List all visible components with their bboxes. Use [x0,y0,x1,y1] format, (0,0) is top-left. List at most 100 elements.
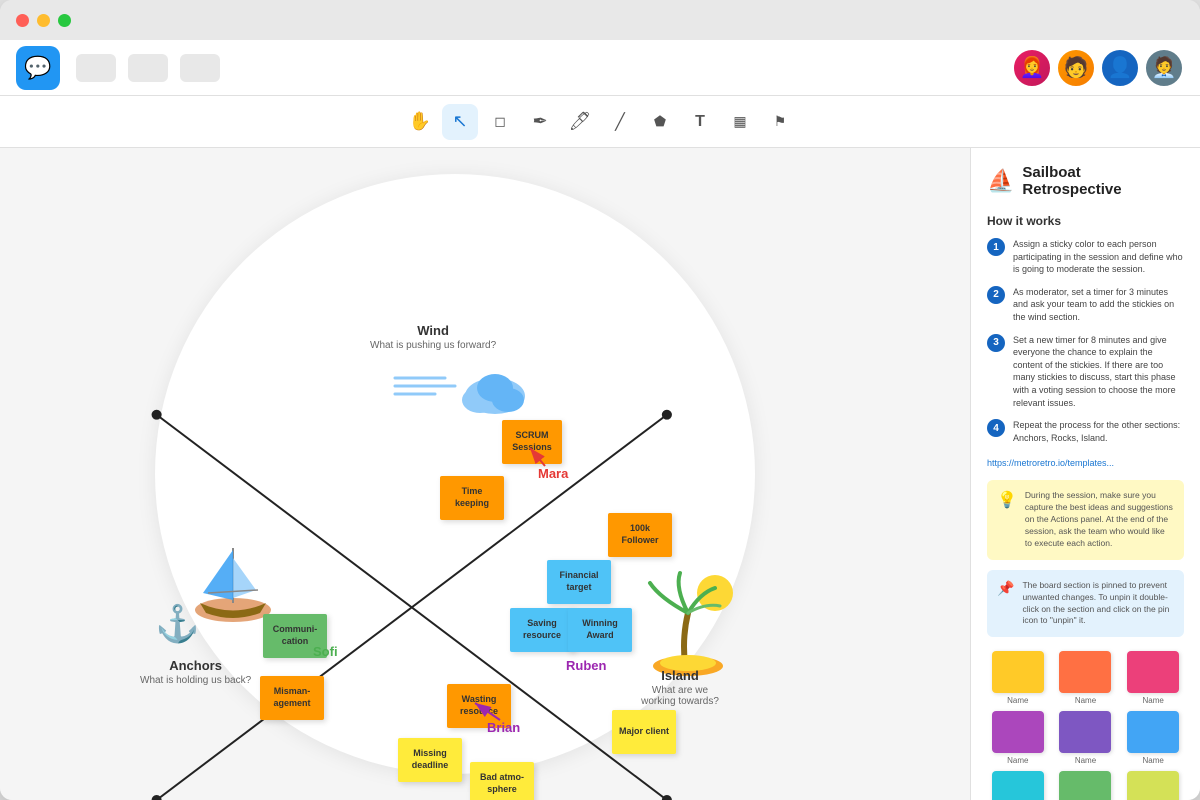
anchors-label: Anchors What is holding us back? [140,658,251,686]
sticky-winning[interactable]: Winning Award [568,608,632,652]
sticky-scrum[interactable]: SCRUM Sessions [502,420,562,464]
main-content: Wind What is pushing us forward? [0,148,1200,800]
info-box: 📌 The board section is pinned to prevent… [987,570,1184,638]
app-logo: 💬 [16,46,60,90]
swatch-label-5: Name [1142,756,1163,765]
swatch-item-7[interactable]: Name [1055,771,1117,800]
swatch-item-6[interactable]: Name [987,771,1049,800]
tip-icon: 💡 [997,490,1017,510]
side-panel: ⛵ Sailboat Retrospective How it works 1 … [970,148,1200,800]
swatch-label-2: Name [1142,696,1163,705]
line-tool[interactable]: ╱ [602,104,638,140]
toolbar: ✋ ↖ ◻ ✒ 🖊 ╱ ⬟ T ▦ ⚑ [0,96,1200,148]
eraser-tool[interactable]: ◻ [482,104,518,140]
minimize-button[interactable] [37,14,50,27]
swatch-item-8[interactable]: Name [1122,771,1184,800]
island-illustration [640,568,740,683]
note-tool[interactable]: ⚑ [762,104,798,140]
panel-icon: ⛵ [987,168,1014,194]
avatar-3[interactable]: 👤 [1100,48,1140,88]
tip-text: During the session, make sure you captur… [1025,490,1174,549]
header-tab-3[interactable] [180,54,220,82]
step-4: 4 Repeat the process for the other secti… [987,419,1184,444]
canvas-area[interactable]: Wind What is pushing us forward? [0,148,970,800]
swatch-color-3 [992,711,1044,753]
sticky-financial[interactable]: Financial target [547,560,611,604]
maximize-button[interactable] [58,14,71,27]
anchor-illustration: ⚓ [155,603,200,645]
app-window: 💬 👩‍🦰 🧑 👤 🧑‍💼 ✋ ↖ ◻ ✒ 🖊 ╱ ⬟ T ▦ ⚑ [0,0,1200,800]
swatch-label-3: Name [1007,756,1028,765]
wind-label: Wind What is pushing us forward? [370,323,496,351]
avatar-1[interactable]: 👩‍🦰 [1012,48,1052,88]
swatch-color-4 [1059,711,1111,753]
how-it-works-title: How it works [987,214,1184,228]
swatch-color-8 [1127,771,1179,800]
tip-box: 💡 During the session, make sure you capt… [987,480,1184,559]
swatch-item-1[interactable]: Name [1055,651,1117,705]
info-text: The board section is pinned to prevent u… [1022,580,1174,628]
step-num-4: 4 [987,419,1005,437]
text-tool[interactable]: T [682,104,718,140]
swatch-color-6 [992,771,1044,800]
step-list: 1 Assign a sticky color to each person p… [987,238,1184,444]
avatar-4[interactable]: 🧑‍💼 [1144,48,1184,88]
sticky-saving[interactable]: Saving resource [510,608,574,652]
step-text-1: Assign a sticky color to each person par… [1013,238,1184,276]
swatch-item-4[interactable]: Name [1055,711,1117,765]
name-mara: Mara [538,466,568,481]
swatch-color-2 [1127,651,1179,693]
swatch-color-1 [1059,651,1111,693]
swatch-label-1: Name [1075,696,1096,705]
swatch-color-0 [992,651,1044,693]
header-avatars: 👩‍🦰 🧑 👤 🧑‍💼 [1012,48,1184,88]
sticky-tool[interactable]: ▦ [722,104,758,140]
step-3: 3 Set a new timer for 8 minutes and give… [987,334,1184,410]
name-sofi: Sofi [313,644,338,659]
panel-title: Sailboat Retrospective [1022,164,1184,198]
swatch-item-3[interactable]: Name [987,711,1049,765]
sticky-100k[interactable]: 100k Follower [608,513,672,557]
step-num-3: 3 [987,334,1005,352]
close-button[interactable] [16,14,29,27]
learn-more-link[interactable]: https://metroretro.io/templates... [987,458,1184,468]
avatar-2[interactable]: 🧑 [1056,48,1096,88]
header-tab-2[interactable] [128,54,168,82]
app-header: 💬 👩‍🦰 🧑 👤 🧑‍💼 [0,40,1200,96]
swatch-item-0[interactable]: Name [987,651,1049,705]
title-bar [0,0,1200,40]
step-2: 2 As moderator, set a timer for 3 minute… [987,286,1184,324]
sticky-time[interactable]: Time keeping [440,476,504,520]
step-num-2: 2 [987,286,1005,304]
name-brian: Brian [487,720,520,735]
step-text-4: Repeat the process for the other section… [1013,419,1184,444]
swatch-item-2[interactable]: Name [1122,651,1184,705]
step-text-2: As moderator, set a timer for 3 minutes … [1013,286,1184,324]
panel-header: ⛵ Sailboat Retrospective [987,164,1184,198]
hand-tool[interactable]: ✋ [402,104,438,140]
name-ruben: Ruben [566,658,606,673]
island-label: Island What are we working towards? [640,668,720,707]
shape-tool[interactable]: ⬟ [642,104,678,140]
step-num-1: 1 [987,238,1005,256]
step-text-3: Set a new timer for 8 minutes and give e… [1013,334,1184,410]
swatches-grid: NameNameNameNameNameNameNameNameName [987,651,1184,800]
select-tool[interactable]: ↖ [442,104,478,140]
swatch-color-5 [1127,711,1179,753]
sticky-major[interactable]: Major client [612,710,676,754]
info-icon: 📌 [997,580,1014,597]
swatch-label-4: Name [1075,756,1096,765]
sticky-misman[interactable]: Misman-agement [260,676,324,720]
header-tabs [76,54,996,82]
header-tab-1[interactable] [76,54,116,82]
swatch-label-0: Name [1007,696,1028,705]
sticky-missing[interactable]: Missing deadline [398,738,462,782]
cloud-illustration [390,358,530,423]
step-1: 1 Assign a sticky color to each person p… [987,238,1184,276]
logo-icon: 💬 [24,55,51,81]
sticky-bad[interactable]: Bad atmo-sphere [470,762,534,800]
swatch-item-5[interactable]: Name [1122,711,1184,765]
pen-tool[interactable]: ✒ [522,104,558,140]
swatch-color-7 [1059,771,1111,800]
marker-tool[interactable]: 🖊 [562,104,598,140]
